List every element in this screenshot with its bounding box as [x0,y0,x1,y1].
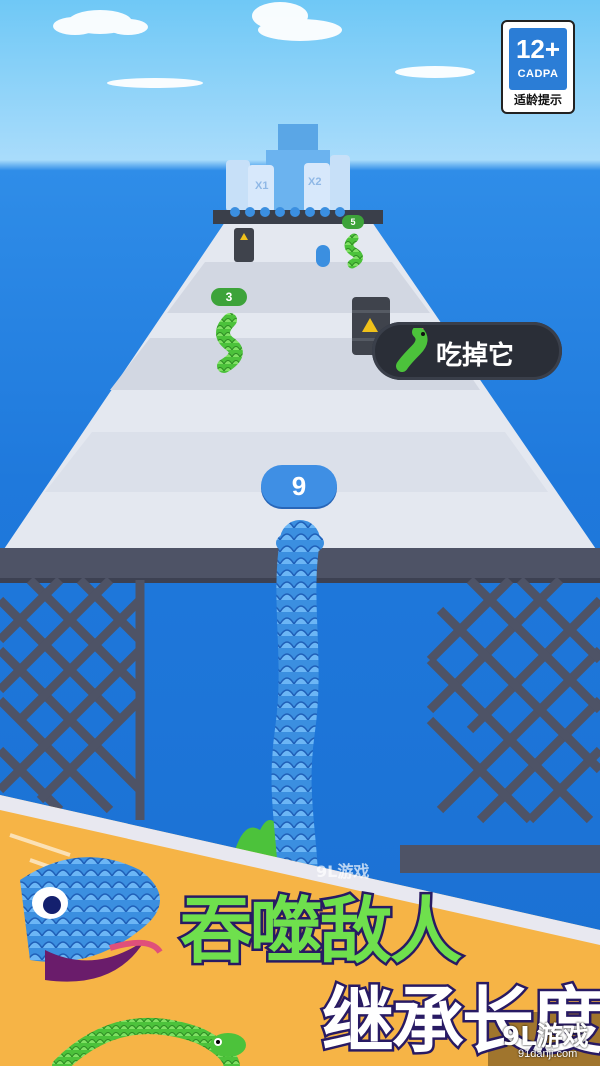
multiplier-x2: X2 [308,176,322,188]
enemy-counter-5: 5 [342,215,364,229]
age-rating-number: 12+ [515,34,561,64]
barrel-far [234,228,254,262]
green-snake-icon [396,328,428,372]
eat-hint-bubble: 吃掉它 [372,322,562,380]
site-logo: 9L游戏 91danji.com [488,1012,600,1066]
site-url: 91danji.com [518,1048,578,1060]
eat-hint-text: 吃掉它 [436,341,515,371]
fence-left [0,576,145,820]
age-rating-org: CADPA [517,68,559,80]
age-rating-badge: 12+ CADPA 适龄提示 [501,20,575,114]
clouds [53,2,475,88]
player-snake [271,520,320,920]
fence-right [426,576,600,824]
game-scene: X1 X2 3 5 9 吃掉它 12+ CADPA 适龄提示 9L游戏 吞噬敌人… [0,0,600,1066]
enemy-counter-3: 3 [211,288,247,306]
player-length-counter: 9 [261,465,337,507]
age-rating-tip: 适龄提示 [513,93,562,107]
blue-food [316,245,330,267]
multiplier-x1: X1 [255,180,269,192]
finish-tower [213,124,383,224]
